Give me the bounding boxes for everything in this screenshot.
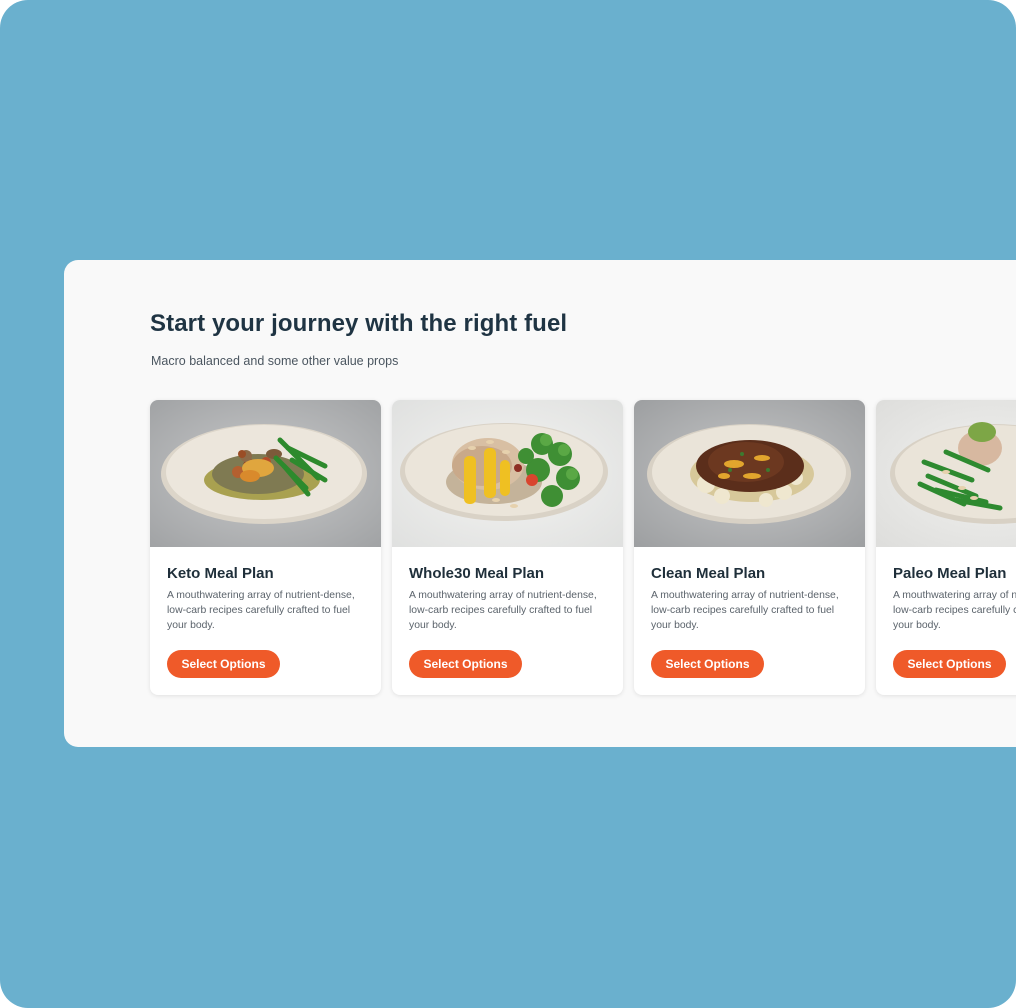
paleo-meal-photo	[876, 400, 1016, 547]
card-title: Paleo Meal Plan	[893, 565, 1007, 582]
card-whole30-meal-plan: Whole30 Meal Plan A mouthwatering array …	[392, 400, 623, 695]
select-options-button[interactable]: Select Options	[651, 650, 764, 678]
card-title: Keto Meal Plan	[167, 565, 274, 582]
select-options-button[interactable]: Select Options	[893, 650, 1006, 678]
keto-meal-photo	[150, 400, 381, 547]
card-paleo-meal-plan: Paleo Meal Plan A mouthwatering array of…	[876, 400, 1016, 695]
meal-plans-section: Start your journey with the right fuel M…	[64, 260, 1016, 747]
card-title: Clean Meal Plan	[651, 565, 766, 582]
card-description: A mouthwatering array of nutrient-dense,…	[893, 590, 1016, 631]
card-keto-meal-plan: Keto Meal Plan A mouthwatering array of …	[150, 400, 381, 695]
card-description: A mouthwatering array of nutrient-dense,…	[651, 590, 839, 631]
section-subtitle: Macro balanced and some other value prop…	[151, 354, 399, 368]
section-title: Start your journey with the right fuel	[150, 310, 568, 337]
card-title: Whole30 Meal Plan	[409, 565, 545, 582]
select-options-button[interactable]: Select Options	[167, 650, 280, 678]
card-description: A mouthwatering array of nutrient-dense,…	[409, 590, 597, 631]
clean-meal-photo	[634, 400, 865, 547]
background-frame: Start your journey with the right fuel M…	[0, 0, 1016, 1008]
select-options-button[interactable]: Select Options	[409, 650, 522, 678]
whole30-meal-photo	[392, 400, 623, 547]
card-description: A mouthwatering array of nutrient-dense,…	[167, 590, 355, 631]
card-clean-meal-plan: Clean Meal Plan A mouthwatering array of…	[634, 400, 865, 695]
